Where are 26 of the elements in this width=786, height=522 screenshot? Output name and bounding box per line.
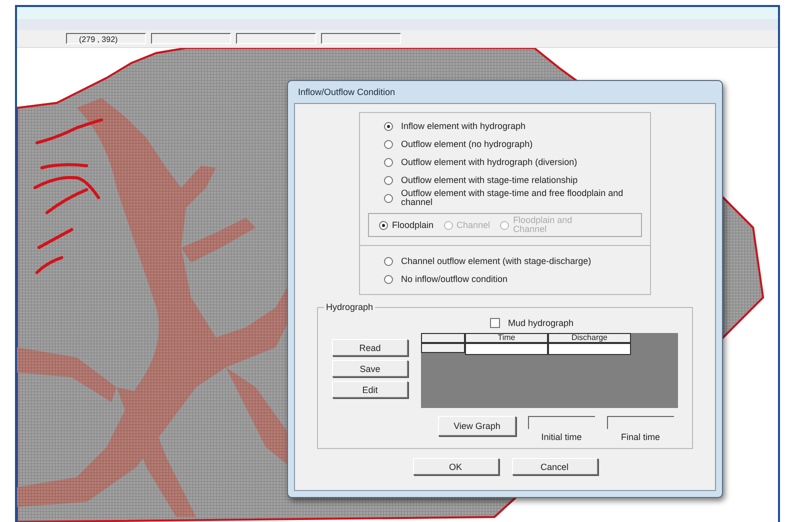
group-label: Hydrograph (324, 302, 376, 312)
column-header: Discharge (548, 333, 631, 343)
action-button[interactable]: Read (332, 339, 408, 356)
radio-option[interactable]: Outflow element with stage-time and free floodplain and channel (360, 189, 650, 207)
view-graph-button[interactable]: View Graph (438, 416, 516, 436)
radio-option[interactable]: Channel outflow element (with stage-discharge) (360, 252, 650, 270)
radio-option[interactable]: Floodplain (369, 216, 434, 234)
radio-option[interactable]: Outflow element with hydrograph (diversion) (360, 153, 650, 171)
dialog-button[interactable]: Cancel (512, 458, 598, 475)
radio-option[interactable]: Inflow element with hydrograph (360, 117, 650, 135)
table-cell[interactable] (548, 343, 631, 355)
field-label: Initial time (541, 432, 582, 442)
radio-option[interactable]: Outflow element with stage-time relationship (360, 171, 650, 189)
status-field: (279 , 392) (66, 33, 146, 44)
action-button[interactable]: Save (332, 360, 408, 377)
radio-option[interactable]: No inflow/outflow condition (360, 270, 650, 288)
table-cell[interactable] (465, 343, 548, 355)
row-header-cell (421, 343, 465, 353)
dialog-button[interactable]: OK (412, 458, 498, 475)
dialog-title: Inflow/Outflow Condition (297, 86, 396, 99)
mud-checkbox[interactable]: Mud hydrograph (490, 318, 574, 328)
row-header-cell (421, 333, 465, 343)
action-button[interactable]: Edit (332, 381, 408, 398)
radio-option[interactable]: Outflow element (no hydrograph) (360, 135, 650, 153)
field-label: Final time (620, 432, 660, 442)
column-header: Time (465, 333, 548, 343)
